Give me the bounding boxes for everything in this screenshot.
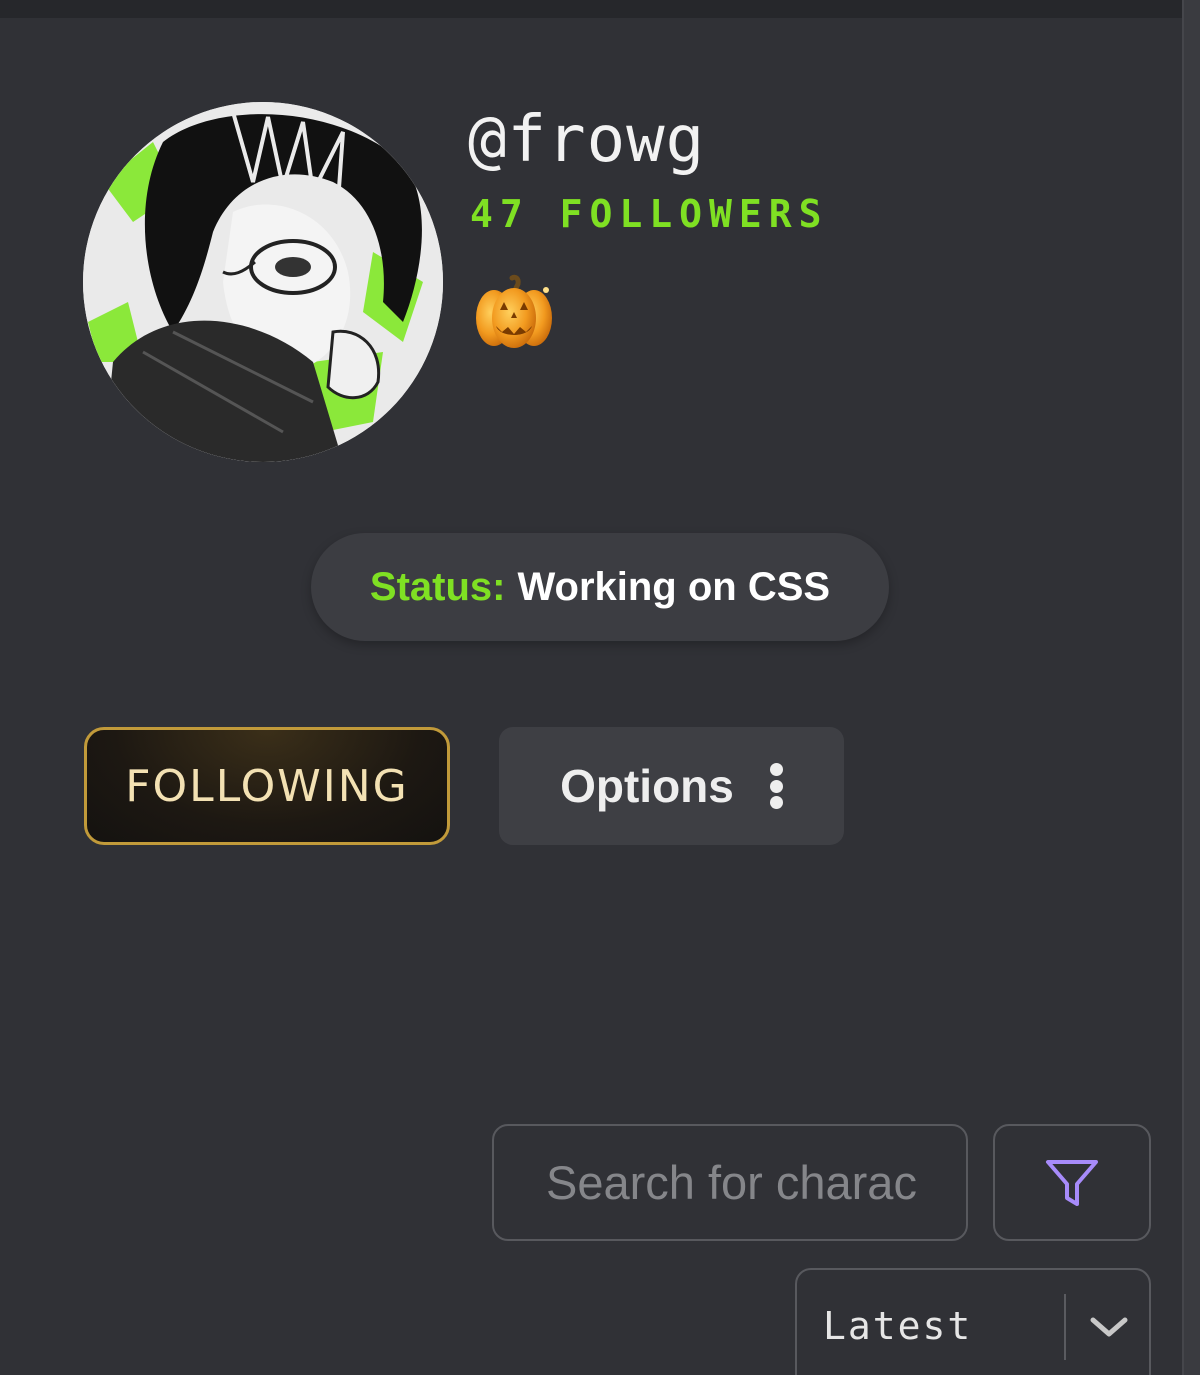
sort-selected-value: Latest — [823, 1304, 973, 1348]
search-input[interactable] — [544, 1154, 966, 1211]
anime-girl-avatar-icon — [83, 102, 443, 462]
status-value: Working on CSS — [517, 564, 831, 609]
kebab-menu-icon — [769, 763, 783, 809]
status-label: Status: — [369, 564, 506, 609]
sort-dropdown[interactable]: Latest — [795, 1268, 1151, 1375]
follower-count[interactable]: 47 FOLLOWERS — [470, 192, 829, 236]
sort-divider — [1064, 1294, 1066, 1360]
profile-page: @frowg 47 FOLLOWERS Status: Working on C… — [0, 0, 1200, 1375]
options-label: Options — [560, 760, 734, 812]
options-button[interactable]: Options — [499, 727, 844, 845]
filter-funnel-icon — [1046, 1159, 1098, 1206]
filter-button[interactable] — [993, 1124, 1151, 1241]
username: @frowg — [468, 103, 706, 177]
avatar[interactable] — [83, 102, 443, 462]
top-bar — [0, 0, 1182, 18]
scrollbar-track[interactable] — [1182, 0, 1200, 1375]
pumpkin-badge-icon — [472, 274, 556, 352]
following-button[interactable]: FOLLOWING — [84, 727, 450, 845]
search-field[interactable] — [492, 1124, 968, 1241]
chevron-down-icon — [1090, 1317, 1128, 1337]
status-pill: Status: Working on CSS — [311, 533, 889, 641]
